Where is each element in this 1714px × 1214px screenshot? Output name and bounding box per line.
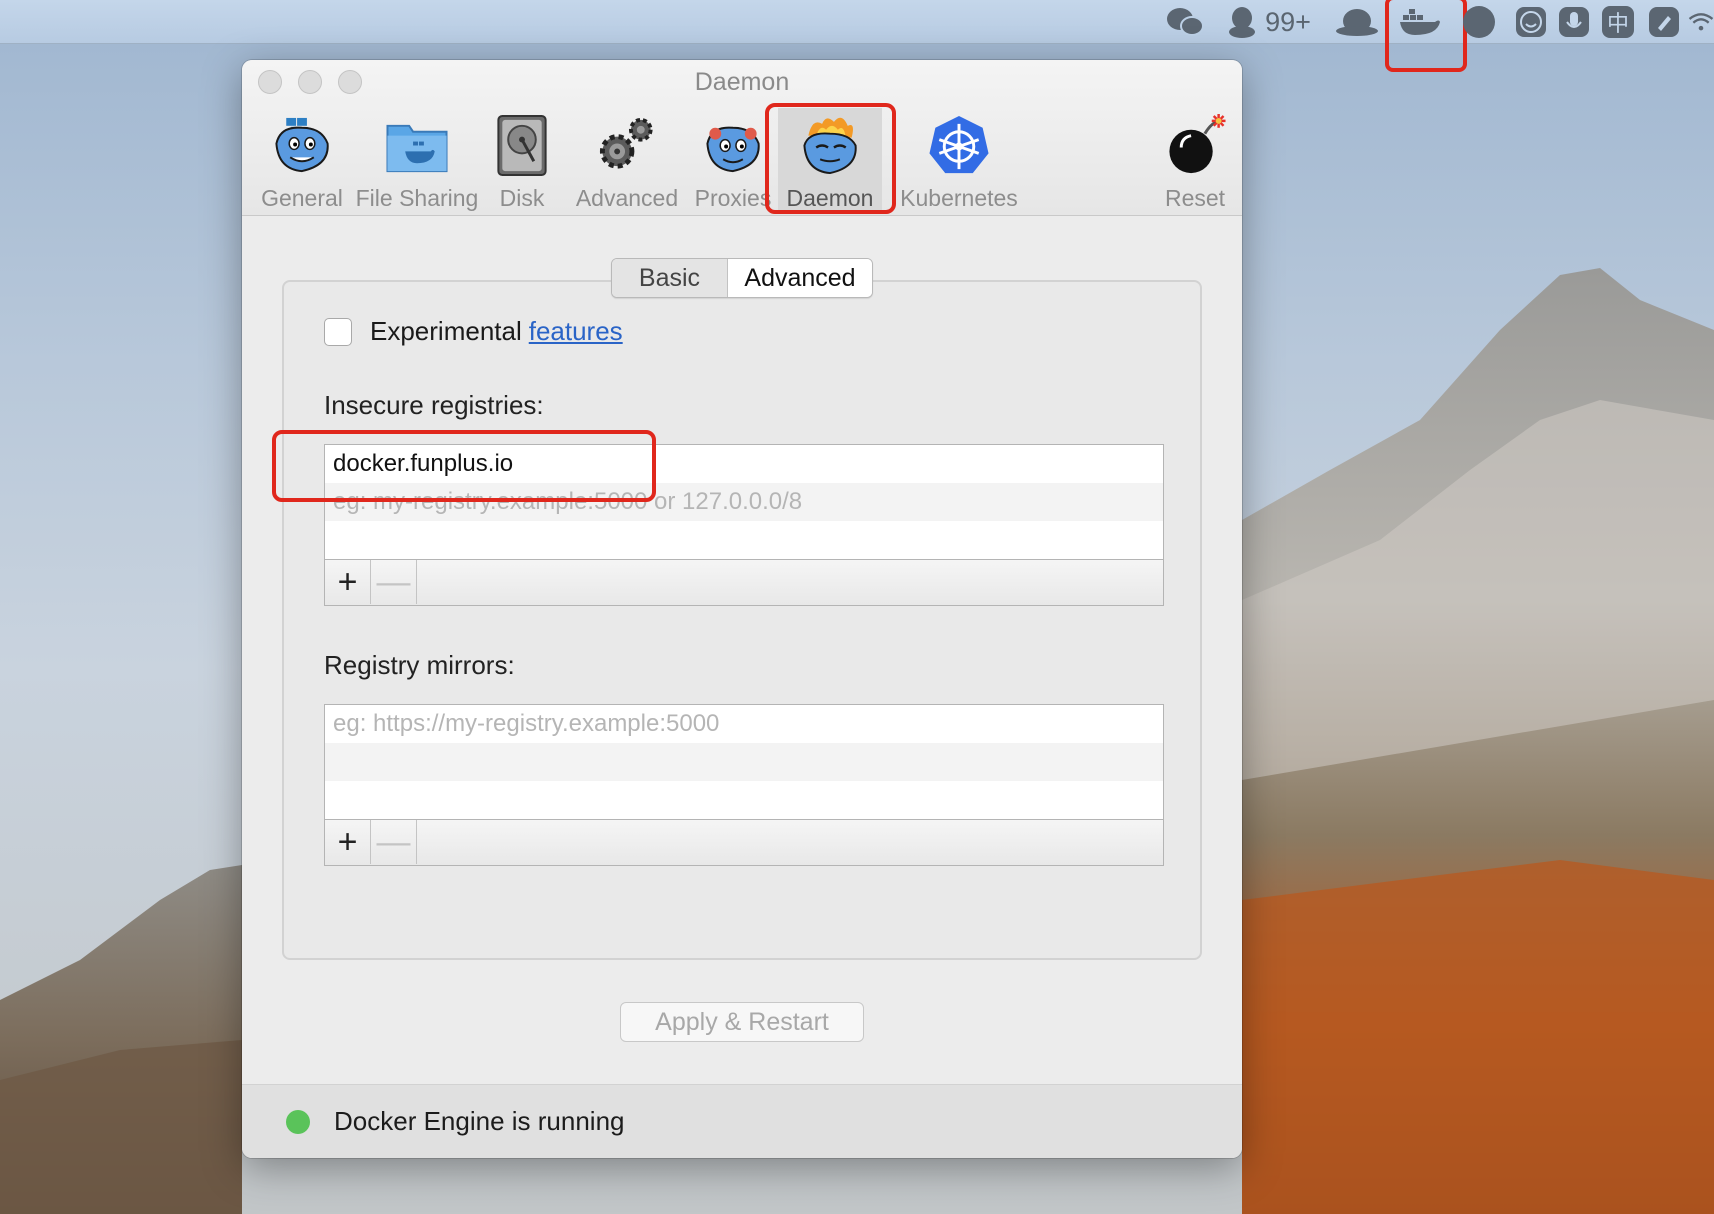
proxies-whale-icon	[706, 126, 760, 173]
toolbar-file-sharing-label: File Sharing	[355, 185, 479, 211]
experimental-checkbox[interactable]	[324, 317, 352, 346]
bomb-icon	[1169, 114, 1226, 174]
notes-icon[interactable]	[1646, 6, 1682, 38]
insecure-add-button[interactable]: +	[325, 560, 371, 604]
toolbar-reset[interactable]: Reset	[1160, 108, 1230, 212]
toolbar-general[interactable]: General	[256, 108, 348, 212]
list-row-empty	[325, 781, 1163, 819]
toolbar-disk[interactable]: Disk	[490, 108, 554, 212]
docker-menu-highlight	[1385, 0, 1467, 72]
toolbar-proxies-label: Proxies	[694, 185, 772, 211]
smiley-icon[interactable]	[1512, 6, 1550, 38]
docker-preferences-window: Daemon General File Sharing Disk Advance…	[242, 60, 1242, 1158]
apply-restart-button[interactable]: Apply & Restart	[620, 1002, 864, 1042]
registry-mirrors-label: Registry mirrors:	[324, 650, 515, 680]
status-bar: Docker Engine is running	[242, 1084, 1242, 1158]
registry-mirrors-list[interactable]: eg: https://my-registry.example:5000	[324, 704, 1164, 820]
toolbar-advanced-label: Advanced	[575, 185, 679, 211]
list-row-empty	[325, 743, 1163, 781]
status-text: Docker Engine is running	[334, 1106, 625, 1136]
basic-advanced-switch: Basic Advanced	[611, 258, 873, 298]
tab-basic[interactable]: Basic	[612, 259, 728, 297]
toolbar-proxies[interactable]: Proxies	[694, 108, 772, 212]
toolbar-advanced[interactable]: Advanced	[576, 108, 678, 212]
microphone-icon[interactable]	[1556, 6, 1592, 38]
toolbar-reset-label: Reset	[1164, 185, 1226, 211]
toolbar-file-sharing[interactable]: File Sharing	[354, 108, 480, 212]
insecure-registries-label: Insecure registries:	[324, 390, 544, 420]
list-row-empty	[325, 521, 1163, 559]
wifi-icon[interactable]	[1688, 6, 1714, 38]
mirrors-remove-button[interactable]: —	[371, 820, 417, 864]
chinese-input-icon[interactable]: 中	[1600, 6, 1636, 38]
toolbar-kubernetes-label: Kubernetes	[900, 185, 1018, 211]
toolbar-kubernetes[interactable]: Kubernetes	[896, 108, 1022, 212]
notification-count[interactable]: 99+	[1258, 6, 1318, 38]
disk-icon	[497, 114, 547, 177]
menu-bar: 99+ 中	[0, 0, 1714, 72]
kubernetes-helm-icon	[929, 115, 989, 174]
circle-app-icon[interactable]	[1460, 6, 1498, 38]
general-whale-icon	[275, 117, 329, 173]
window-title: Daemon	[694, 68, 790, 96]
folder-whale-icon	[386, 124, 448, 173]
experimental-features-row: Experimental features	[324, 316, 623, 347]
insecure-registries-toolbar: + —	[324, 560, 1164, 606]
status-indicator	[286, 1109, 310, 1134]
ime-label: 中	[1602, 6, 1634, 38]
gears-icon	[599, 117, 653, 169]
registry-mirrors-placeholder: eg: https://my-registry.example:5000	[333, 710, 720, 737]
toolbar-general-label: General	[261, 185, 343, 211]
wechat-icon[interactable]	[1163, 6, 1207, 38]
title-bar: Daemon General File Sharing Disk Advance…	[242, 60, 1242, 216]
tab-advanced[interactable]: Advanced	[728, 259, 872, 297]
mirrors-add-button[interactable]: +	[325, 820, 371, 864]
registry-mirrors-toolbar: + —	[324, 820, 1164, 866]
daemon-tab-highlight	[765, 103, 896, 214]
features-link[interactable]: features	[529, 316, 623, 347]
toolbar-disk-label: Disk	[499, 185, 545, 211]
experimental-label: Experimental	[370, 316, 522, 346]
insecure-entry-highlight	[272, 430, 656, 502]
qq-icon[interactable]	[1225, 6, 1259, 38]
insecure-remove-button[interactable]: —	[371, 560, 417, 604]
bowler-hat-icon[interactable]	[1334, 6, 1380, 38]
